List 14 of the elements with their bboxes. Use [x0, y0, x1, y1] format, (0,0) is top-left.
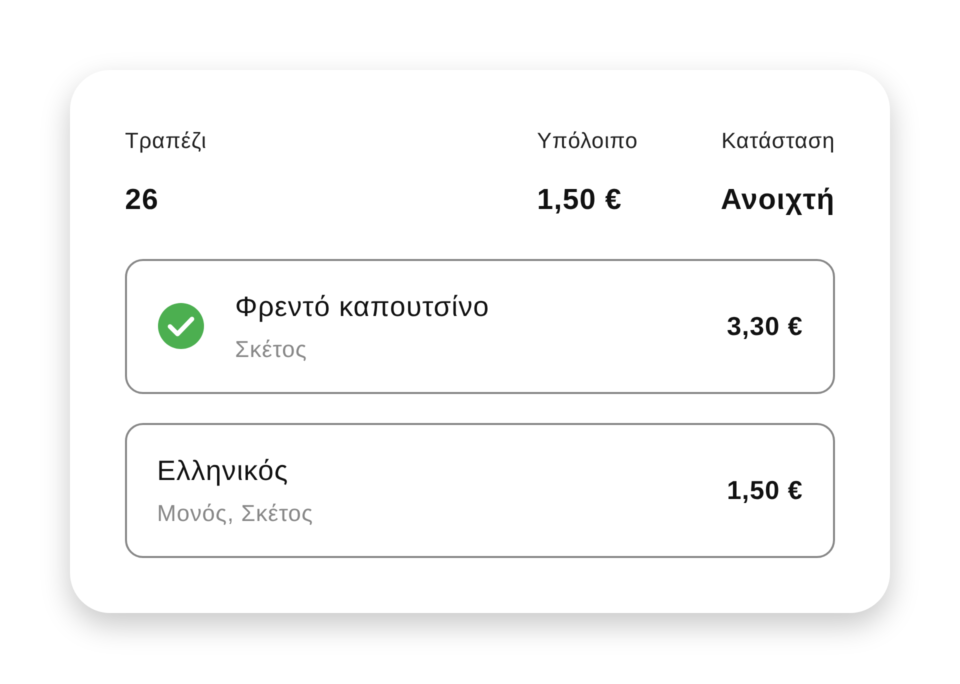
item-price: 3,30 € — [726, 310, 803, 342]
item-details: Μονός, Σκέτος — [157, 498, 314, 528]
summary-label: Υπόλοιπο — [537, 127, 638, 155]
item-name: Ελληνικός — [157, 454, 290, 488]
summary-value: 1,50 € — [537, 183, 622, 218]
order-item[interactable]: Φρεντό καπουτσίνο Σκέτος 3,30 € — [125, 258, 835, 394]
summary-label: Κατάσταση — [721, 127, 835, 155]
item-price: 1,50 € — [726, 474, 803, 506]
summary-value: 26 — [125, 183, 159, 218]
summary-label: Τραπέζι — [125, 127, 207, 155]
summary-value: Ανοιχτή — [720, 183, 835, 218]
order-item[interactable]: Ελληνικός Μονός, Σκέτος 1,50 € — [125, 422, 835, 558]
item-name: Φρεντό καπουτσίνο — [235, 290, 490, 324]
item-details: Σκέτος — [235, 334, 308, 364]
